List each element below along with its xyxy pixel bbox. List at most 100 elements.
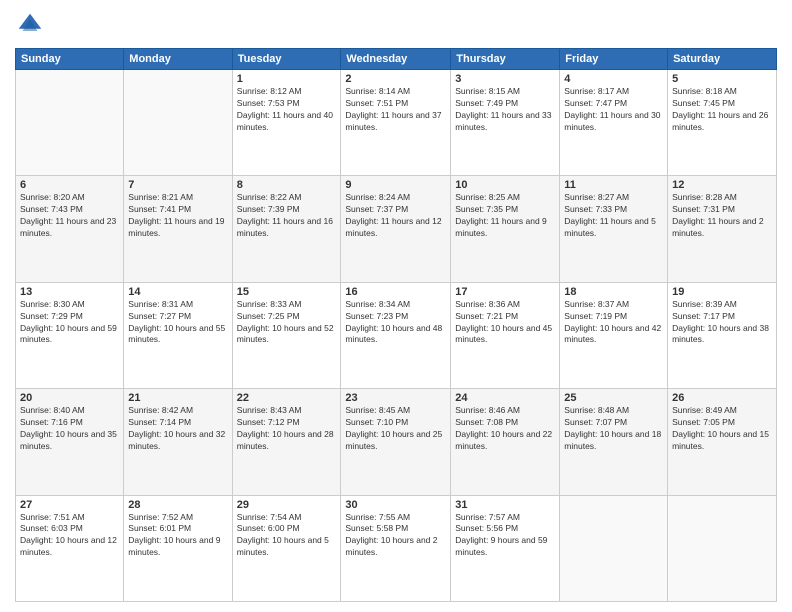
calendar-day-cell [16, 70, 124, 176]
day-number: 15 [237, 286, 337, 298]
day-info: Sunrise: 8:46 AM Sunset: 7:08 PM Dayligh… [455, 405, 555, 453]
header [15, 10, 777, 40]
day-number: 27 [20, 499, 119, 511]
day-info: Sunrise: 8:40 AM Sunset: 7:16 PM Dayligh… [20, 405, 119, 453]
calendar-day-header: Friday [560, 49, 668, 70]
calendar-day-cell: 19Sunrise: 8:39 AM Sunset: 7:17 PM Dayli… [668, 282, 777, 388]
day-info: Sunrise: 7:55 AM Sunset: 5:58 PM Dayligh… [345, 512, 446, 560]
day-number: 4 [564, 73, 663, 85]
day-info: Sunrise: 8:24 AM Sunset: 7:37 PM Dayligh… [345, 192, 446, 240]
calendar-day-cell: 15Sunrise: 8:33 AM Sunset: 7:25 PM Dayli… [232, 282, 341, 388]
calendar-day-header: Saturday [668, 49, 777, 70]
calendar-day-cell: 22Sunrise: 8:43 AM Sunset: 7:12 PM Dayli… [232, 389, 341, 495]
calendar-day-cell [560, 495, 668, 601]
day-number: 10 [455, 179, 555, 191]
calendar-day-cell: 1Sunrise: 8:12 AM Sunset: 7:53 PM Daylig… [232, 70, 341, 176]
calendar-day-cell: 29Sunrise: 7:54 AM Sunset: 6:00 PM Dayli… [232, 495, 341, 601]
day-info: Sunrise: 8:48 AM Sunset: 7:07 PM Dayligh… [564, 405, 663, 453]
day-info: Sunrise: 8:39 AM Sunset: 7:17 PM Dayligh… [672, 299, 772, 347]
calendar-day-cell: 21Sunrise: 8:42 AM Sunset: 7:14 PM Dayli… [124, 389, 232, 495]
calendar-day-cell: 23Sunrise: 8:45 AM Sunset: 7:10 PM Dayli… [341, 389, 451, 495]
day-info: Sunrise: 8:28 AM Sunset: 7:31 PM Dayligh… [672, 192, 772, 240]
day-number: 5 [672, 73, 772, 85]
calendar-day-cell: 7Sunrise: 8:21 AM Sunset: 7:41 PM Daylig… [124, 176, 232, 282]
day-number: 25 [564, 392, 663, 404]
day-number: 7 [128, 179, 227, 191]
day-info: Sunrise: 8:17 AM Sunset: 7:47 PM Dayligh… [564, 86, 663, 134]
day-info: Sunrise: 8:14 AM Sunset: 7:51 PM Dayligh… [345, 86, 446, 134]
day-info: Sunrise: 8:33 AM Sunset: 7:25 PM Dayligh… [237, 299, 337, 347]
day-info: Sunrise: 7:51 AM Sunset: 6:03 PM Dayligh… [20, 512, 119, 560]
calendar-week-row: 1Sunrise: 8:12 AM Sunset: 7:53 PM Daylig… [16, 70, 777, 176]
day-number: 28 [128, 499, 227, 511]
day-info: Sunrise: 8:49 AM Sunset: 7:05 PM Dayligh… [672, 405, 772, 453]
calendar-day-cell: 9Sunrise: 8:24 AM Sunset: 7:37 PM Daylig… [341, 176, 451, 282]
calendar-day-header: Sunday [16, 49, 124, 70]
calendar-day-cell [124, 70, 232, 176]
calendar-day-header: Monday [124, 49, 232, 70]
day-info: Sunrise: 8:27 AM Sunset: 7:33 PM Dayligh… [564, 192, 663, 240]
day-number: 20 [20, 392, 119, 404]
day-number: 31 [455, 499, 555, 511]
day-number: 16 [345, 286, 446, 298]
calendar-header-row: SundayMondayTuesdayWednesdayThursdayFrid… [16, 49, 777, 70]
day-number: 18 [564, 286, 663, 298]
calendar-day-header: Wednesday [341, 49, 451, 70]
day-number: 14 [128, 286, 227, 298]
day-number: 3 [455, 73, 555, 85]
logo [15, 10, 49, 40]
day-info: Sunrise: 8:21 AM Sunset: 7:41 PM Dayligh… [128, 192, 227, 240]
day-number: 9 [345, 179, 446, 191]
calendar-day-cell: 13Sunrise: 8:30 AM Sunset: 7:29 PM Dayli… [16, 282, 124, 388]
day-info: Sunrise: 7:54 AM Sunset: 6:00 PM Dayligh… [237, 512, 337, 560]
page: SundayMondayTuesdayWednesdayThursdayFrid… [0, 0, 792, 612]
calendar-day-cell: 26Sunrise: 8:49 AM Sunset: 7:05 PM Dayli… [668, 389, 777, 495]
day-info: Sunrise: 8:22 AM Sunset: 7:39 PM Dayligh… [237, 192, 337, 240]
calendar-day-cell: 28Sunrise: 7:52 AM Sunset: 6:01 PM Dayli… [124, 495, 232, 601]
calendar-day-cell: 20Sunrise: 8:40 AM Sunset: 7:16 PM Dayli… [16, 389, 124, 495]
calendar-table: SundayMondayTuesdayWednesdayThursdayFrid… [15, 48, 777, 602]
day-info: Sunrise: 8:43 AM Sunset: 7:12 PM Dayligh… [237, 405, 337, 453]
day-number: 13 [20, 286, 119, 298]
calendar-week-row: 6Sunrise: 8:20 AM Sunset: 7:43 PM Daylig… [16, 176, 777, 282]
calendar-day-cell: 18Sunrise: 8:37 AM Sunset: 7:19 PM Dayli… [560, 282, 668, 388]
day-info: Sunrise: 8:30 AM Sunset: 7:29 PM Dayligh… [20, 299, 119, 347]
day-info: Sunrise: 8:31 AM Sunset: 7:27 PM Dayligh… [128, 299, 227, 347]
day-number: 26 [672, 392, 772, 404]
calendar-day-cell: 25Sunrise: 8:48 AM Sunset: 7:07 PM Dayli… [560, 389, 668, 495]
day-number: 17 [455, 286, 555, 298]
calendar-day-header: Thursday [451, 49, 560, 70]
day-number: 6 [20, 179, 119, 191]
calendar-day-cell: 17Sunrise: 8:36 AM Sunset: 7:21 PM Dayli… [451, 282, 560, 388]
day-info: Sunrise: 8:20 AM Sunset: 7:43 PM Dayligh… [20, 192, 119, 240]
logo-icon [15, 10, 45, 40]
day-info: Sunrise: 8:12 AM Sunset: 7:53 PM Dayligh… [237, 86, 337, 134]
day-info: Sunrise: 7:52 AM Sunset: 6:01 PM Dayligh… [128, 512, 227, 560]
calendar-day-cell [668, 495, 777, 601]
calendar-day-cell: 6Sunrise: 8:20 AM Sunset: 7:43 PM Daylig… [16, 176, 124, 282]
day-info: Sunrise: 8:36 AM Sunset: 7:21 PM Dayligh… [455, 299, 555, 347]
day-number: 19 [672, 286, 772, 298]
day-info: Sunrise: 8:25 AM Sunset: 7:35 PM Dayligh… [455, 192, 555, 240]
calendar-week-row: 13Sunrise: 8:30 AM Sunset: 7:29 PM Dayli… [16, 282, 777, 388]
calendar-day-cell: 5Sunrise: 8:18 AM Sunset: 7:45 PM Daylig… [668, 70, 777, 176]
calendar-day-cell: 14Sunrise: 8:31 AM Sunset: 7:27 PM Dayli… [124, 282, 232, 388]
day-number: 11 [564, 179, 663, 191]
calendar-day-cell: 8Sunrise: 8:22 AM Sunset: 7:39 PM Daylig… [232, 176, 341, 282]
day-number: 12 [672, 179, 772, 191]
calendar-day-cell: 2Sunrise: 8:14 AM Sunset: 7:51 PM Daylig… [341, 70, 451, 176]
calendar-day-cell: 10Sunrise: 8:25 AM Sunset: 7:35 PM Dayli… [451, 176, 560, 282]
day-number: 2 [345, 73, 446, 85]
calendar-day-cell: 4Sunrise: 8:17 AM Sunset: 7:47 PM Daylig… [560, 70, 668, 176]
calendar-day-cell: 3Sunrise: 8:15 AM Sunset: 7:49 PM Daylig… [451, 70, 560, 176]
day-number: 22 [237, 392, 337, 404]
calendar-week-row: 20Sunrise: 8:40 AM Sunset: 7:16 PM Dayli… [16, 389, 777, 495]
day-number: 29 [237, 499, 337, 511]
day-info: Sunrise: 8:37 AM Sunset: 7:19 PM Dayligh… [564, 299, 663, 347]
calendar-day-cell: 24Sunrise: 8:46 AM Sunset: 7:08 PM Dayli… [451, 389, 560, 495]
calendar-day-cell: 16Sunrise: 8:34 AM Sunset: 7:23 PM Dayli… [341, 282, 451, 388]
calendar-day-cell: 30Sunrise: 7:55 AM Sunset: 5:58 PM Dayli… [341, 495, 451, 601]
day-number: 23 [345, 392, 446, 404]
calendar-day-header: Tuesday [232, 49, 341, 70]
day-info: Sunrise: 8:45 AM Sunset: 7:10 PM Dayligh… [345, 405, 446, 453]
